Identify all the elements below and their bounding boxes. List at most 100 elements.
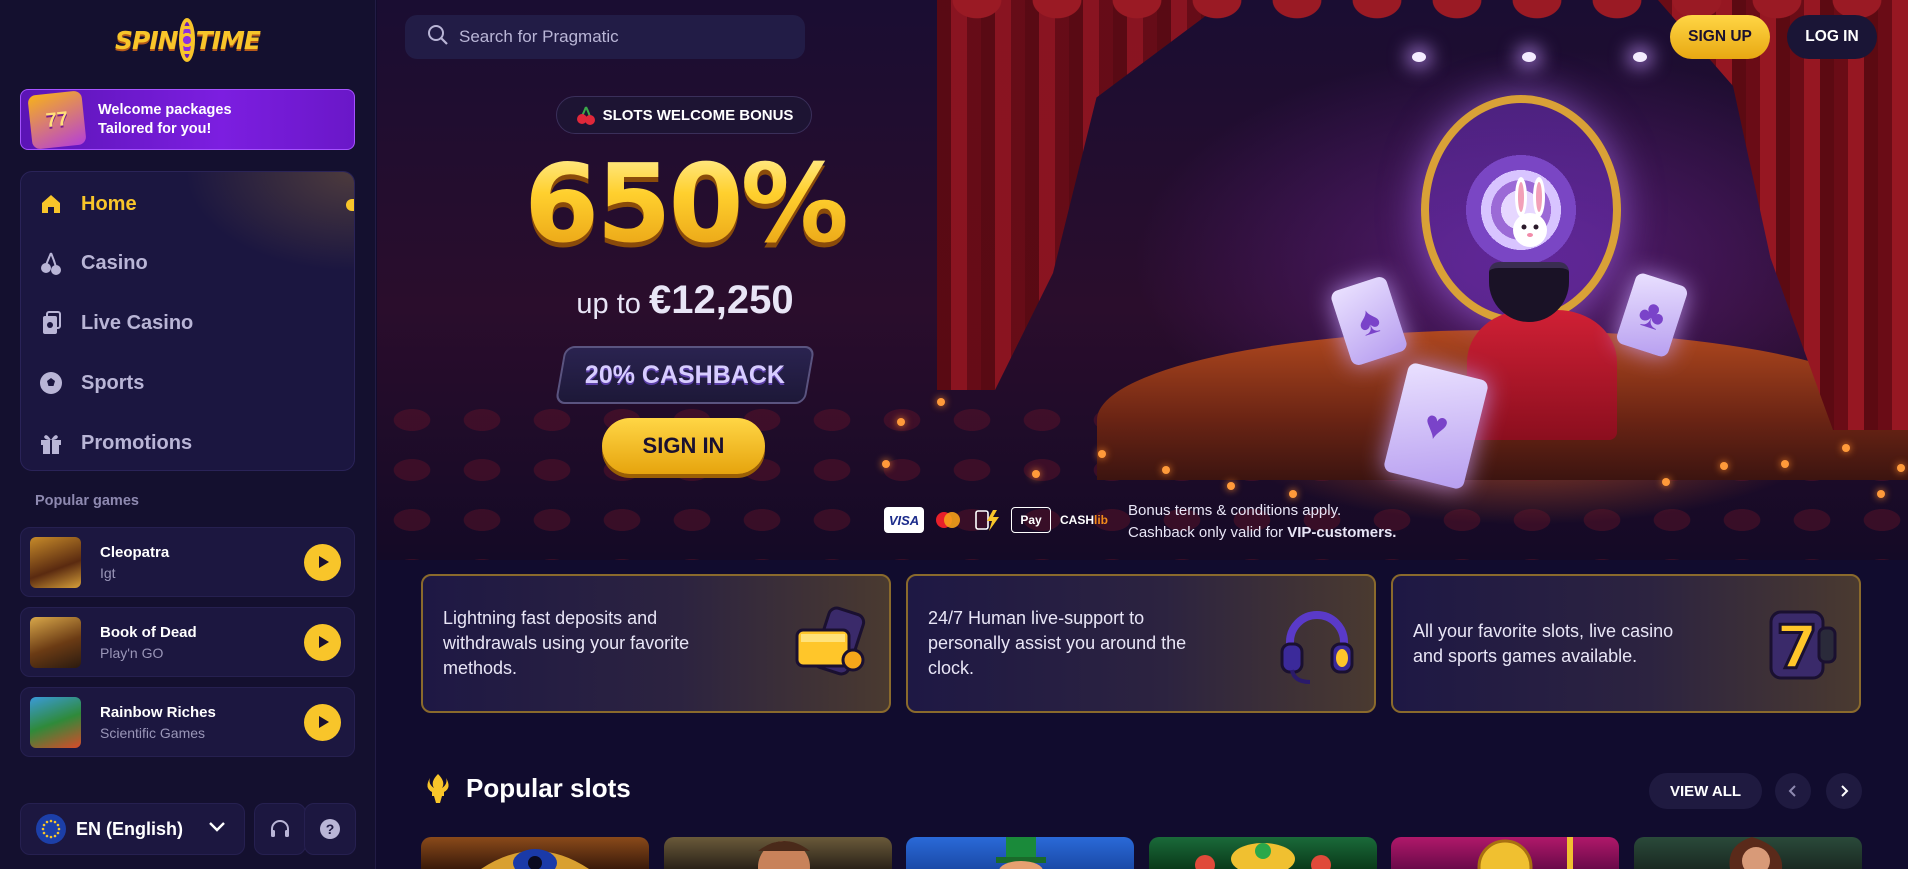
payment-methods: VISA Pay CASH lib — [884, 507, 1110, 533]
spotlight — [1633, 52, 1647, 62]
popular-game-item[interactable]: Rainbow Riches Scientific Games — [20, 687, 355, 757]
svg-text:7: 7 — [1776, 613, 1818, 683]
sign-in-button[interactable]: SIGN IN — [602, 418, 765, 474]
welcome-packages-banner[interactable]: 77 Welcome packages Tailored for you! — [20, 89, 355, 150]
welcome-line2: Tailored for you! — [98, 120, 212, 137]
visa-icon: VISA — [884, 507, 924, 533]
slot-game-card[interactable] — [1634, 837, 1862, 869]
torch-icon — [427, 774, 449, 803]
gift-icon — [38, 430, 64, 456]
cards-icon — [38, 310, 64, 336]
feature-card-payments: Lightning fast deposits and withdrawals … — [421, 574, 891, 713]
cherries-icon — [38, 250, 64, 276]
cashback-badge: 20% CASHBACK — [554, 346, 816, 404]
rabbit-illustration — [1513, 177, 1547, 247]
nav-label-sports: Sports — [81, 371, 145, 394]
support-button[interactable] — [254, 803, 306, 855]
bonus-terms: Bonus terms & conditions apply. Cashback… — [1128, 500, 1396, 544]
instant-transfer-icon — [972, 507, 1004, 533]
apple-pay-icon: Pay — [1011, 507, 1051, 533]
popular-slots-header: Popular slots — [424, 772, 631, 804]
search-input[interactable] — [459, 27, 779, 47]
rainbow-riches-thumbnail — [30, 696, 81, 748]
svg-text:?: ? — [326, 821, 335, 837]
game-name: Cleopatra — [100, 543, 170, 561]
leprechaun-art — [996, 837, 1046, 869]
question-icon: ? — [320, 819, 340, 839]
nav-item-casino[interactable]: Casino — [21, 235, 354, 291]
sign-up-button[interactable]: SIGN UP — [1670, 15, 1770, 59]
slot-game-card[interactable] — [1149, 837, 1377, 869]
feature-text: Lightning fast deposits and withdrawals … — [443, 608, 690, 678]
slot-seven-icon: 77 — [27, 89, 87, 150]
nav-label-casino: Casino — [81, 251, 148, 274]
feature-text: 24/7 Human live-support to personally as… — [928, 608, 1187, 678]
bonus-max: up to €12,250 — [505, 278, 865, 323]
slot-game-card[interactable] — [664, 837, 892, 869]
play-icon — [318, 556, 329, 568]
spotlight — [1522, 52, 1536, 62]
search-icon — [427, 24, 449, 51]
sidebar: SPIN TIME 77 Welcome packages Tailored f… — [0, 0, 376, 869]
help-button[interactable]: ? — [304, 803, 356, 855]
clover-king-art — [1195, 843, 1331, 869]
chevron-left-icon — [1788, 785, 1796, 797]
game-provider: Play'n GO — [100, 644, 164, 661]
play-button[interactable] — [304, 623, 341, 661]
search-bar[interactable] — [405, 15, 805, 59]
log-in-button[interactable]: LOG IN — [1787, 15, 1877, 59]
bonus-tag-label: SLOTS WELCOME BONUS — [602, 106, 794, 124]
popular-games-title: Popular games — [35, 493, 139, 509]
view-all-button[interactable]: VIEW ALL — [1649, 773, 1762, 809]
cashback-label: 20% CASHBACK — [584, 360, 786, 389]
slot-game-card[interactable] — [1391, 837, 1619, 869]
heroine-art — [1729, 837, 1783, 869]
logo-text-right: TIME — [195, 25, 261, 55]
home-icon — [38, 191, 64, 217]
feature-card-support: 24/7 Human live-support to personally as… — [906, 574, 1376, 713]
nav-item-promotions[interactable]: Promotions — [21, 415, 354, 470]
welcome-line1: Welcome packages — [98, 101, 232, 118]
terms-line2: Cashback only valid for — [1128, 524, 1284, 541]
terms-vip: VIP-customers. — [1287, 524, 1397, 541]
logo-text-left: SPIN — [115, 25, 179, 55]
adventurer-art — [758, 841, 810, 869]
chevron-down-icon — [208, 820, 226, 838]
game-name: Rainbow Riches — [100, 703, 216, 721]
feature-card-games: All your favorite slots, live casino and… — [1391, 574, 1861, 713]
play-button[interactable] — [304, 543, 341, 581]
nav-item-live-casino[interactable]: Live Casino — [21, 295, 354, 351]
nav-label-promotions: Promotions — [81, 431, 193, 454]
game-provider: Scientific Games — [100, 724, 206, 741]
game-name: Book of Dead — [100, 623, 197, 641]
play-icon — [318, 716, 329, 728]
nav-item-sports[interactable]: Sports — [21, 355, 354, 411]
play-button[interactable] — [304, 703, 341, 741]
cashlib-icon: CASH lib — [1059, 513, 1108, 527]
eu-flag-icon — [36, 814, 66, 844]
play-icon — [318, 636, 329, 648]
mastercard-icon — [931, 507, 965, 533]
slot-game-card[interactable] — [906, 837, 1134, 869]
cherries-icon — [576, 106, 595, 125]
spiral-icon — [178, 18, 195, 62]
carousel-prev-button[interactable] — [1775, 773, 1811, 809]
upto-amount: €12,250 — [648, 278, 794, 322]
language-selector[interactable]: EN (English) — [20, 803, 245, 855]
popular-game-item[interactable]: Book of Dead Play'n GO — [20, 607, 355, 677]
magic-table — [1467, 310, 1617, 440]
popular-game-item[interactable]: Cleopatra Igt — [20, 527, 355, 597]
nav-label-live-casino: Live Casino — [81, 311, 194, 334]
slots-welcome-bonus-tag: SLOTS WELCOME BONUS — [556, 96, 812, 134]
slot-game-card[interactable] — [421, 837, 649, 869]
cleopatra-thumbnail — [30, 536, 81, 588]
nav-item-home[interactable]: Home — [21, 176, 354, 232]
nav-label-home: Home — [81, 192, 137, 215]
book-of-dead-thumbnail — [30, 616, 81, 668]
spintime-logo[interactable]: SPIN TIME — [115, 14, 261, 66]
terms-line1: Bonus terms & conditions apply. — [1128, 502, 1342, 519]
carousel-next-button[interactable] — [1826, 773, 1862, 809]
wallet-phone-icon — [795, 606, 866, 676]
headset-icon — [271, 820, 289, 837]
red-curtain-left — [937, 0, 1227, 390]
